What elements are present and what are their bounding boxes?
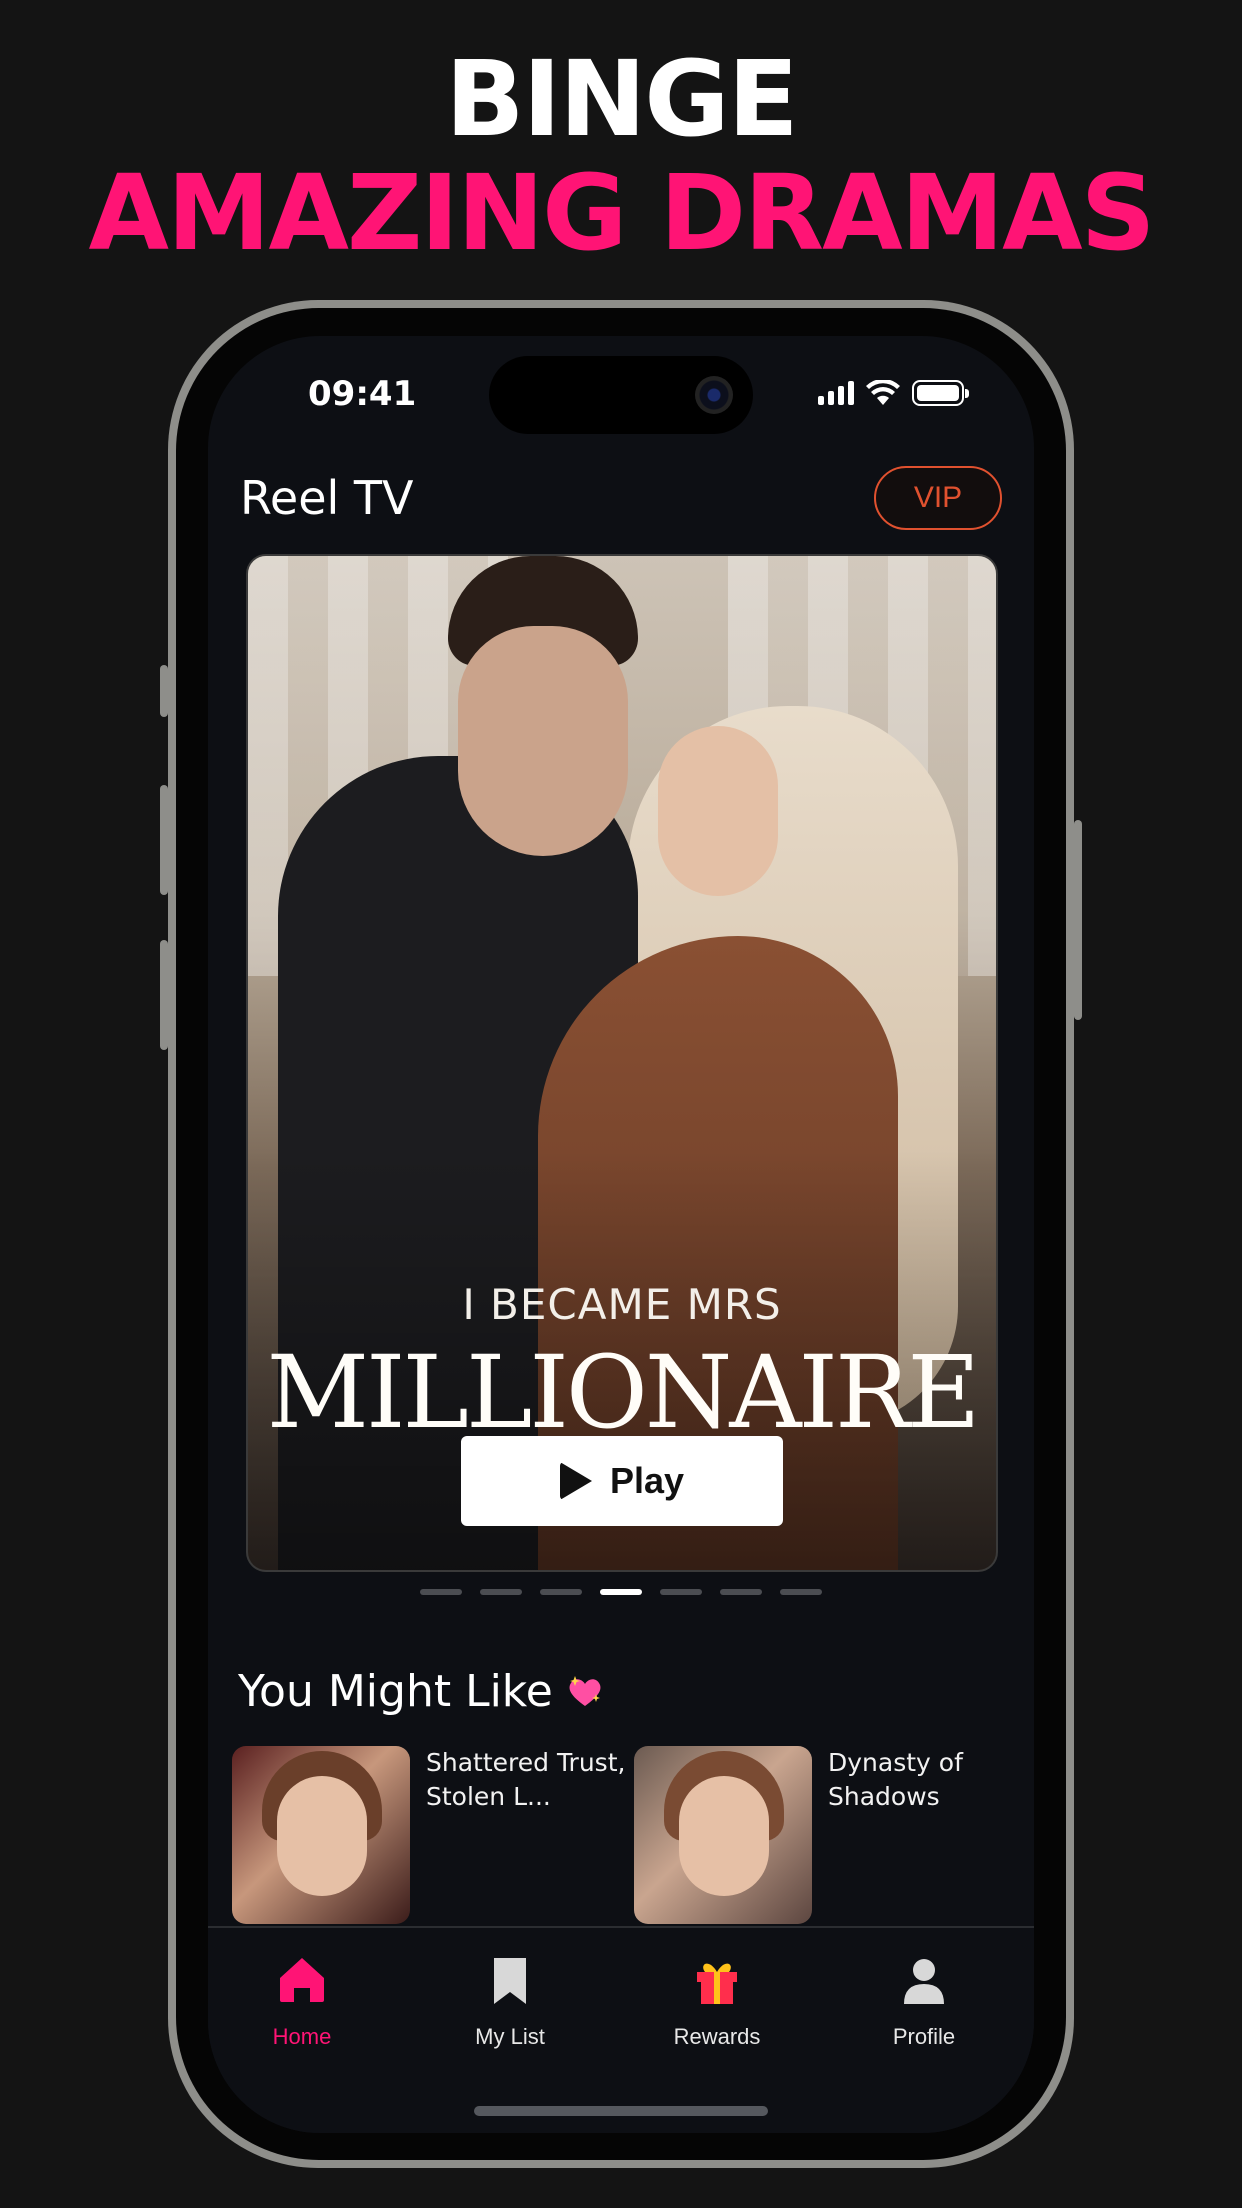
gift-icon — [697, 1963, 737, 2004]
camera-icon — [695, 376, 733, 414]
tab-rewards-label: Rewards — [673, 2024, 761, 2049]
recommendation-thumbnail — [634, 1746, 812, 1924]
sparkling-heart-icon — [569, 1675, 601, 1706]
tab-rewards[interactable]: Rewards — [637, 1952, 797, 2050]
tab-home[interactable]: Home — [222, 1952, 382, 2050]
battery-icon — [912, 380, 969, 406]
carousel-dot[interactable] — [660, 1589, 702, 1595]
status-icons — [818, 380, 969, 406]
tab-profile-label: Profile — [892, 2024, 956, 2049]
carousel-dot[interactable] — [780, 1589, 822, 1595]
hero-subtitle: I BECAME MRS — [462, 1280, 782, 1329]
recommendation-title: Shattered Trust, Stolen L... — [426, 1748, 626, 1811]
recommendation-thumbnail — [232, 1746, 410, 1924]
play-label: Play — [609, 1460, 685, 1501]
recommendation-card[interactable]: Shattered Trust, Stolen L... — [232, 1746, 626, 1924]
home-icon — [280, 1958, 324, 2002]
hero-artwork-face — [458, 626, 628, 856]
action-button — [160, 665, 168, 717]
section-title-text: You Might Like — [238, 1666, 553, 1717]
section-title: You Might Like — [238, 1666, 605, 1717]
carousel-indicator[interactable] — [208, 1589, 1034, 1595]
featured-banner[interactable]: I BECAME MRS MILLIONAIRE Play — [246, 554, 998, 1572]
status-time: 09:41 — [308, 374, 417, 414]
tab-my-list-label: My List — [475, 2024, 545, 2049]
phone-screen: 09:41 Reel TV VIP I BECAME MRS MILLIONAI… — [208, 336, 1034, 2133]
cellular-signal-icon — [818, 381, 854, 405]
volume-up-button — [160, 785, 168, 895]
volume-down-button — [160, 940, 168, 1050]
carousel-dot[interactable] — [720, 1589, 762, 1595]
carousel-dot[interactable] — [600, 1589, 642, 1595]
carousel-dot[interactable] — [420, 1589, 462, 1595]
wifi-icon — [866, 380, 900, 405]
hero-title: MILLIONAIRE — [266, 1334, 981, 1451]
tab-bar: Home My List Rewards Profile — [208, 1926, 1034, 2133]
hero-artwork-face-2 — [658, 726, 778, 896]
carousel-dot[interactable] — [540, 1589, 582, 1595]
home-indicator[interactable] — [474, 2106, 768, 2116]
tab-my-list[interactable]: My List — [430, 1952, 590, 2050]
app-title: Reel TV — [240, 471, 414, 525]
carousel-dot[interactable] — [480, 1589, 522, 1595]
promo-headline-line1: BINGE — [445, 38, 798, 160]
play-icon — [559, 1462, 592, 1500]
promo-headline-line2: AMAZING DRAMAS — [88, 152, 1156, 274]
vip-button[interactable]: VIP — [874, 466, 1002, 530]
profile-icon — [904, 1959, 944, 2004]
dynamic-island — [489, 356, 753, 434]
recommendation-title: Dynasty of Shadows — [828, 1748, 963, 1811]
play-button[interactable]: Play — [461, 1436, 783, 1526]
power-button — [1074, 820, 1082, 1020]
tab-profile[interactable]: Profile — [844, 1952, 1004, 2050]
tab-home-label: Home — [272, 2024, 332, 2049]
recommendation-card[interactable]: Dynasty of Shadows — [634, 1746, 1028, 1924]
bookmark-icon — [494, 1958, 526, 2004]
